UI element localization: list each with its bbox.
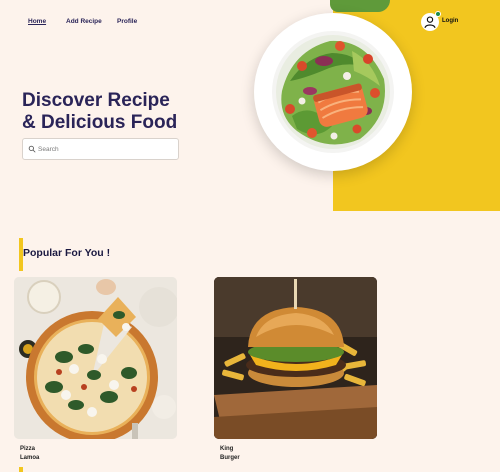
user-avatar-button[interactable]: [421, 11, 441, 31]
pizza-card-line2: Lamoa: [20, 455, 40, 461]
salad-plate-image: [254, 13, 412, 171]
online-status-dot: [435, 11, 441, 17]
search-box[interactable]: [22, 138, 179, 160]
pizza-illustration: [14, 277, 177, 439]
login-link[interactable]: Login: [442, 18, 458, 24]
nav-home-link[interactable]: Home: [28, 18, 46, 25]
pizza-card-line1: Pizza: [20, 446, 36, 452]
search-input[interactable]: [38, 145, 168, 153]
burger-card-line2: Burger: [220, 455, 240, 461]
burger-card-line1: King: [220, 446, 234, 452]
burger-card-caption[interactable]: King Burger: [220, 445, 240, 463]
nav-profile-link[interactable]: Profile: [117, 18, 137, 25]
search-icon: [28, 145, 36, 153]
pizza-card-caption[interactable]: Pizza Lamoa: [20, 445, 39, 463]
plate-inner: [272, 31, 394, 153]
burger-illustration: [214, 277, 377, 439]
nav-add-recipe-link[interactable]: Add Recipe: [66, 18, 106, 25]
hero-title: Discover Recipe & Delicious Food: [22, 90, 222, 134]
salad-illustration: [276, 35, 390, 149]
burger-card-image[interactable]: [214, 277, 377, 439]
decorative-leaf: [330, 0, 390, 12]
hero-title-line1: Discover Recipe: [22, 90, 170, 111]
pizza-card-image[interactable]: [14, 277, 177, 439]
popular-section-title: Popular For You !: [23, 247, 111, 259]
user-icon: [424, 16, 436, 29]
hero-title-line2: & Delicious Food: [22, 112, 178, 133]
next-section-accent-bar: [19, 467, 23, 472]
